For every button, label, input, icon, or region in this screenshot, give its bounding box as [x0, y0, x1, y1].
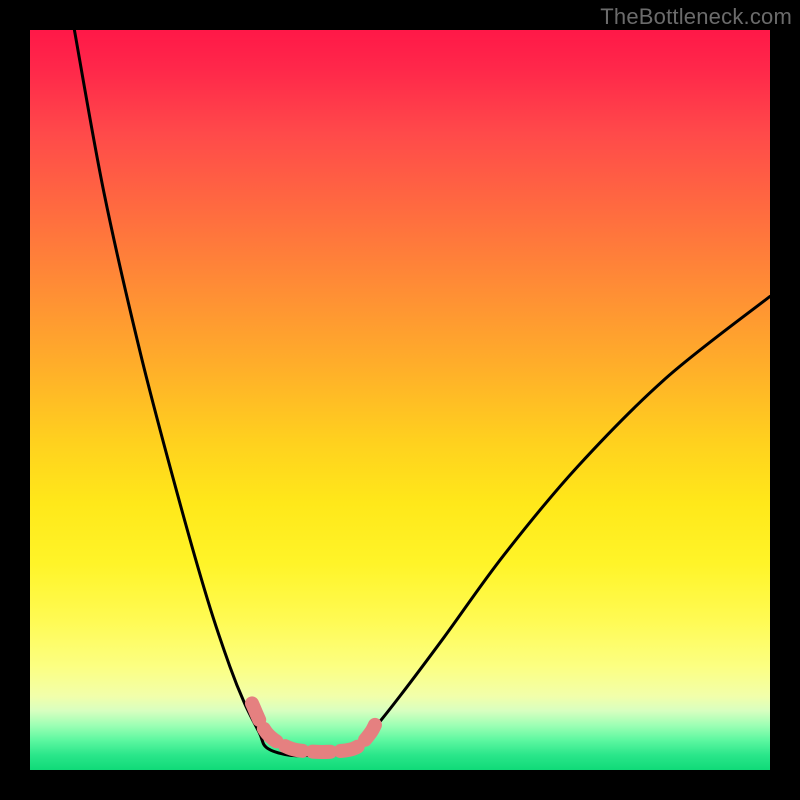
plot-area: [30, 30, 770, 770]
watermark-label: TheBottleneck.com: [600, 4, 792, 30]
bottleneck-curve: [74, 30, 770, 756]
chart-frame: TheBottleneck.com: [0, 0, 800, 800]
valley-highlight: [252, 703, 378, 752]
curve-svg: [30, 30, 770, 770]
